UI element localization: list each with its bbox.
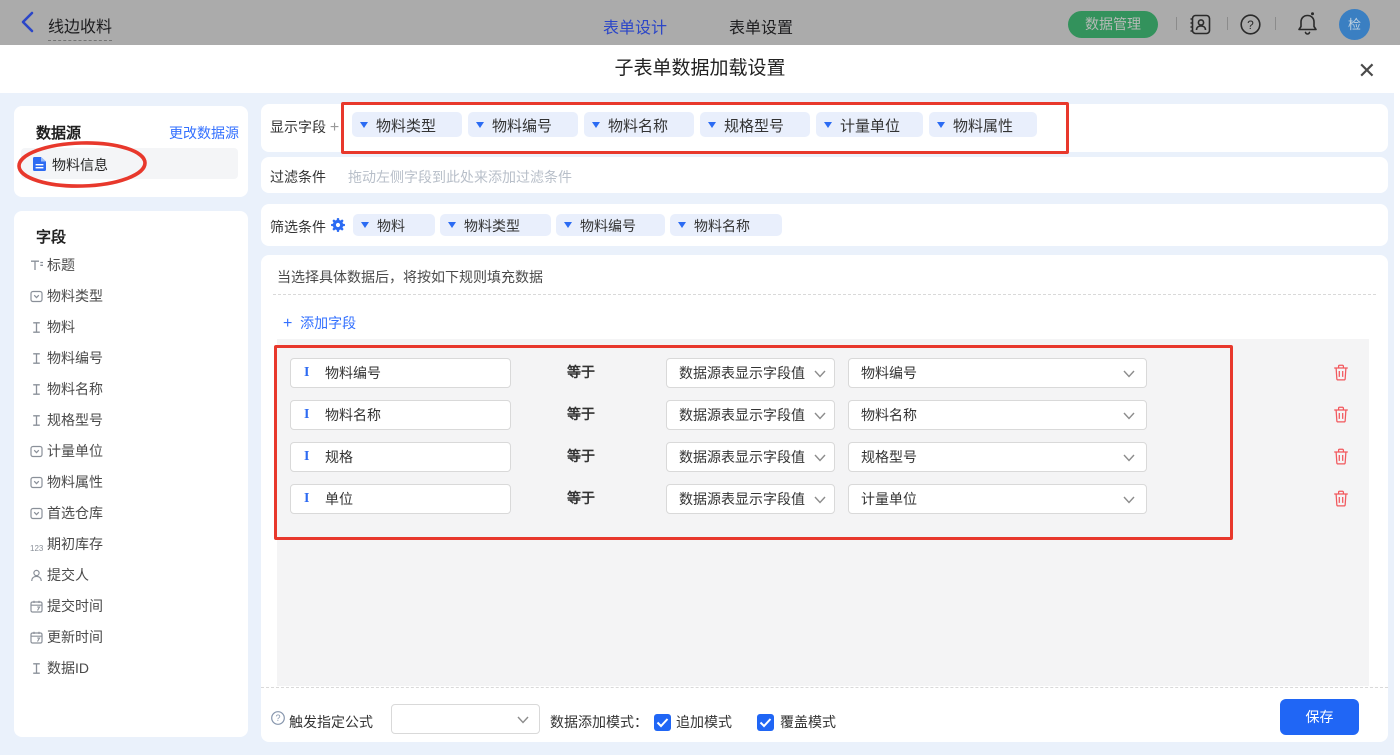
svg-text:?: ? — [1247, 18, 1254, 32]
svg-text:?: ? — [275, 713, 280, 723]
